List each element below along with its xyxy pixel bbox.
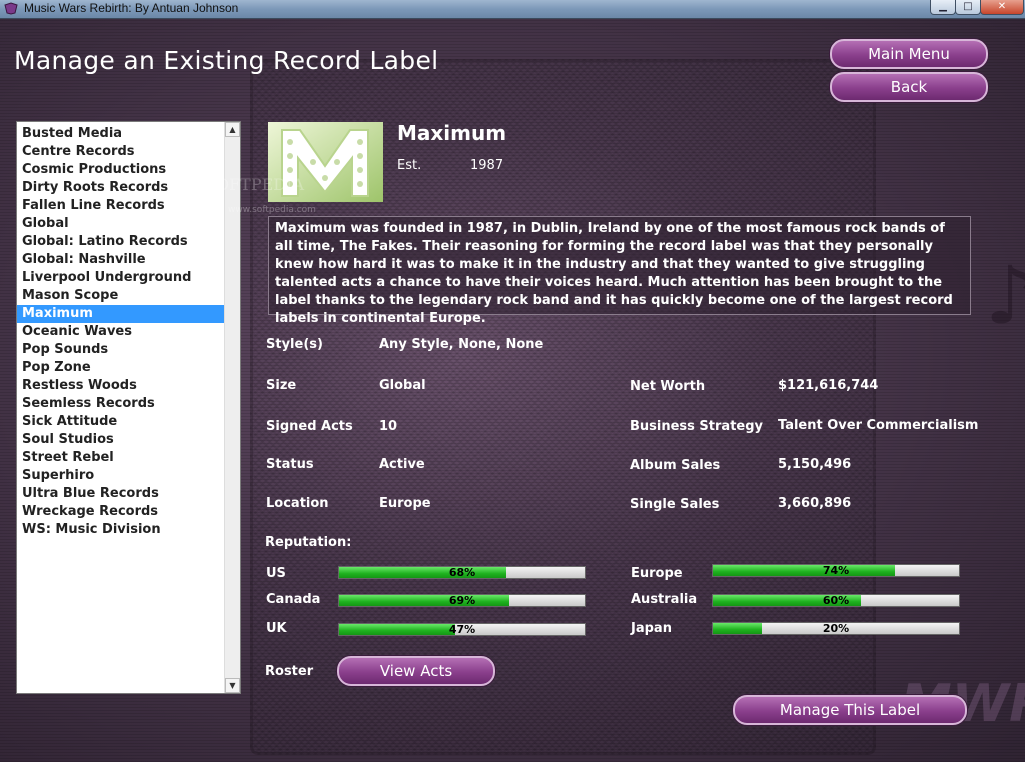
label-list-item[interactable]: Busted Media [17, 125, 226, 143]
window-title: Music Wars Rebirth: By Antuan Johnson [24, 1, 239, 15]
page-title: Manage an Existing Record Label [14, 46, 439, 75]
label-list-item[interactable]: Global: Latino Records [17, 233, 226, 251]
single-sales-label: Single Sales [630, 497, 720, 512]
reputation-region: UK [266, 621, 287, 636]
reputation-percent: 74% [822, 564, 850, 577]
album-sales-value: 5,150,496 [778, 457, 852, 472]
reputation-percent: 60% [822, 594, 850, 607]
label-list-item[interactable]: Wreckage Records [17, 503, 226, 521]
label-name: Maximum [397, 121, 507, 145]
reputation-bar-canada: 69% [338, 594, 586, 607]
business-strategy-value: Talent Over Commercialism [778, 418, 979, 433]
label-list-item[interactable]: Global: Nashville [17, 251, 226, 269]
reputation-region: Japan [631, 621, 672, 636]
reputation-region: Australia [631, 592, 698, 607]
label-list-items: Busted Media Centre Records Cosmic Product… [17, 122, 226, 539]
label-list-item[interactable]: Soul Studios [17, 431, 226, 449]
scroll-up-icon[interactable]: ▲ [225, 122, 240, 137]
roster-label: Roster [265, 664, 314, 679]
reputation-label: Reputation: [265, 535, 352, 550]
reputation-bar-europe: 74% [712, 564, 960, 577]
main-stage: ♪ ♪ Manage an Existing Record Label Main… [0, 19, 1025, 762]
label-list-item[interactable]: Street Rebel [17, 449, 226, 467]
label-list-item[interactable]: Centre Records [17, 143, 226, 161]
established-label: Est. [397, 158, 422, 173]
label-list-item[interactable]: Ultra Blue Records [17, 485, 226, 503]
label-list-item[interactable]: Seemless Records [17, 395, 226, 413]
label-list-item[interactable]: Restless Woods [17, 377, 226, 395]
styles-label: Style(s) [266, 337, 323, 352]
view-acts-button[interactable]: View Acts [337, 656, 495, 686]
label-list-item[interactable]: Mason Scope [17, 287, 226, 305]
back-button[interactable]: Back [830, 72, 988, 102]
signed-acts-value: 10 [379, 419, 398, 434]
established-year: 1987 [470, 158, 504, 173]
signed-acts-label: Signed Acts [266, 419, 353, 434]
watermark: SOFTPEDIA [205, 175, 304, 194]
location-label: Location [266, 496, 329, 511]
reputation-region: Europe [631, 566, 683, 581]
reputation-region: Canada [266, 592, 321, 607]
maximize-button[interactable]: □ [955, 0, 981, 15]
label-list-item[interactable]: Oceanic Waves [17, 323, 226, 341]
manage-label-button[interactable]: Manage This Label [733, 695, 967, 725]
reputation-percent: 69% [448, 594, 476, 607]
label-list-item[interactable]: Maximum [17, 305, 226, 323]
business-strategy-label: Business Strategy [630, 419, 764, 434]
label-list-item[interactable]: Superhiro [17, 467, 226, 485]
location-value: Europe [379, 496, 431, 511]
music-note-icon: ♪ [985, 249, 1025, 342]
styles-value: Any Style, None, None [379, 337, 544, 352]
reputation-bar-uk: 47% [338, 623, 586, 636]
label-list-item[interactable]: Global [17, 215, 226, 233]
reputation-bar-us: 68% [338, 566, 586, 579]
label-list-item[interactable]: Pop Zone [17, 359, 226, 377]
reputation-bar-japan: 20% [712, 622, 960, 635]
label-list-item[interactable]: Fallen Line Records [17, 197, 226, 215]
app-icon [4, 2, 18, 15]
reputation-percent: 68% [448, 566, 476, 579]
status-label: Status [266, 457, 314, 472]
scroll-down-icon[interactable]: ▼ [225, 678, 240, 693]
size-value: Global [379, 378, 426, 393]
close-button[interactable]: ✕ [980, 0, 1024, 15]
label-list-item[interactable]: Liverpool Underground [17, 269, 226, 287]
label-list[interactable]: Busted Media Centre Records Cosmic Product… [16, 121, 241, 694]
net-worth-value: $121,616,744 [778, 378, 879, 393]
reputation-percent: 20% [822, 622, 850, 635]
label-list-item[interactable]: Dirty Roots Records [17, 179, 226, 197]
label-description: Maximum was founded in 1987, in Dublin, … [268, 216, 971, 326]
watermark-url: www.softpedia.com [228, 205, 316, 215]
minimize-button[interactable]: ▁ [930, 0, 956, 15]
label-list-item[interactable]: Sick Attitude [17, 413, 226, 431]
reputation-bar-australia: 60% [712, 594, 960, 607]
label-list-item[interactable]: Cosmic Productions [17, 161, 226, 179]
album-sales-label: Album Sales [630, 458, 721, 473]
title-bar: Music Wars Rebirth: By Antuan Johnson ▁ … [0, 0, 1025, 19]
label-list-item[interactable]: Pop Sounds [17, 341, 226, 359]
main-menu-button[interactable]: Main Menu [830, 39, 988, 69]
reputation-region: US [266, 566, 286, 581]
reputation-percent: 47% [448, 623, 476, 636]
size-label: Size [266, 378, 297, 393]
status-value: Active [379, 457, 425, 472]
single-sales-value: 3,660,896 [778, 496, 852, 511]
net-worth-label: Net Worth [630, 379, 706, 394]
label-list-item[interactable]: WS: Music Division [17, 521, 226, 539]
